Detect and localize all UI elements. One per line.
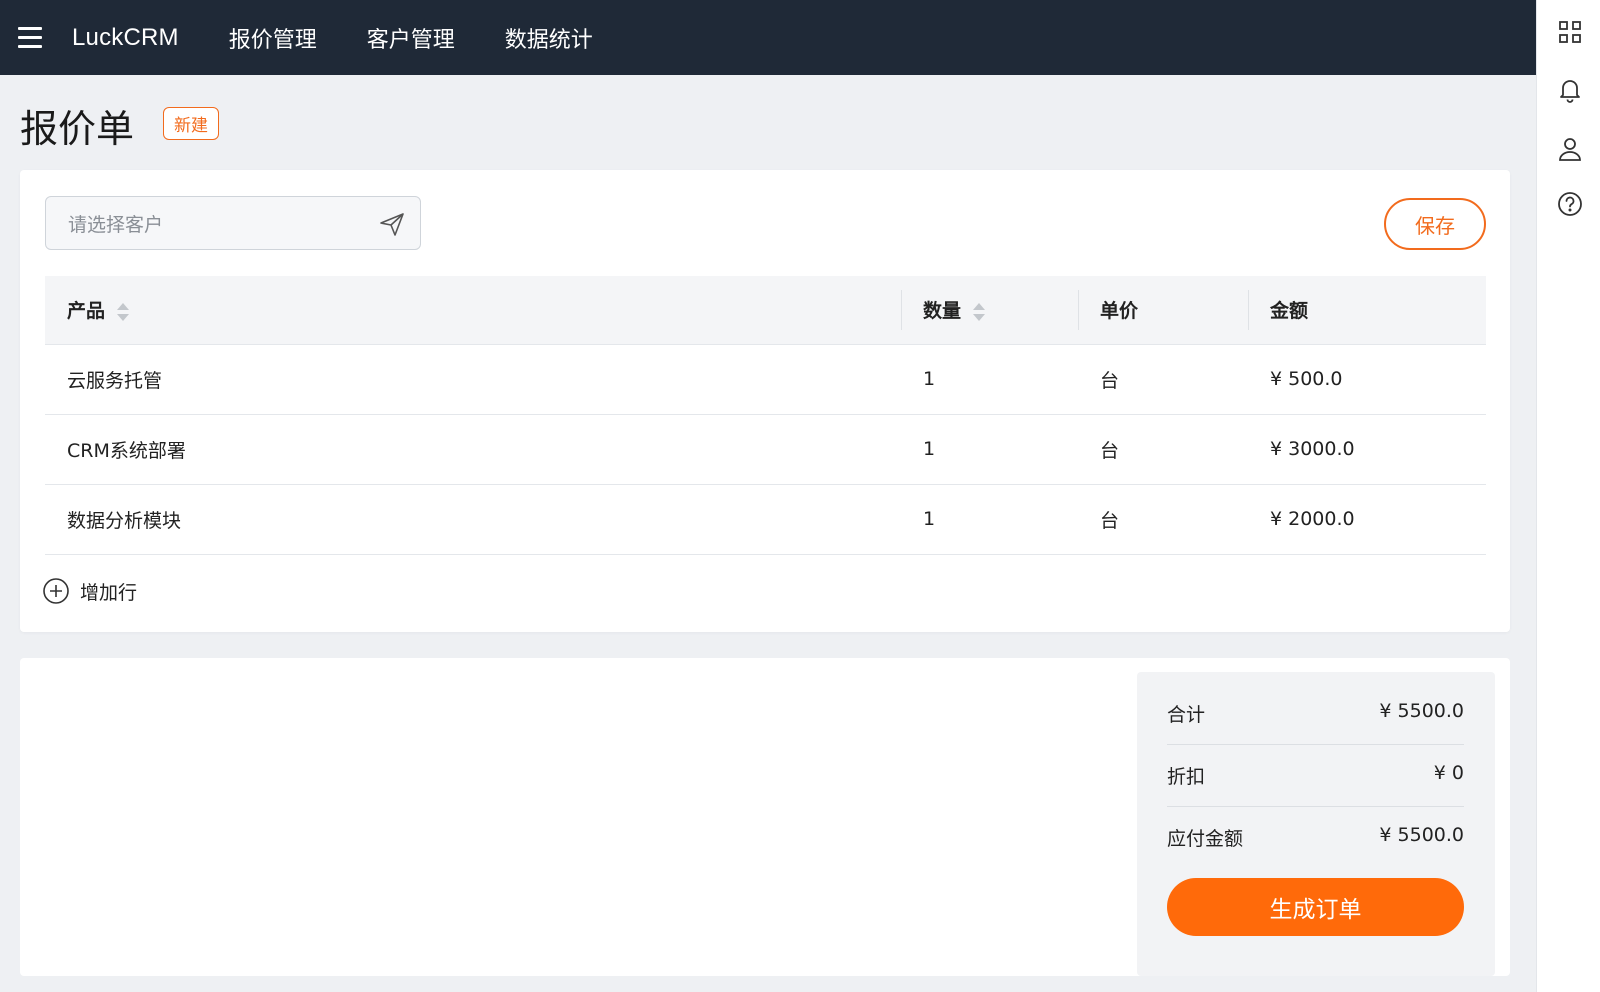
grid-icon[interactable] bbox=[1557, 19, 1583, 45]
column-header-unit: 单价 bbox=[1078, 276, 1248, 344]
cell-product[interactable]: 云服务托管 bbox=[45, 343, 901, 414]
hamburger-menu-icon[interactable] bbox=[18, 22, 50, 54]
discount-row: 折扣 ¥ 0 bbox=[1167, 762, 1464, 789]
cell-amount: ¥ 2000.0 bbox=[1248, 483, 1486, 555]
column-header-quantity[interactable]: 数量 bbox=[901, 276, 1078, 344]
divider bbox=[1167, 744, 1464, 745]
help-icon[interactable] bbox=[1557, 191, 1583, 217]
table-row[interactable]: 云服务托管 1 台 ¥ 500.0 bbox=[45, 343, 1486, 414]
nav-item-quotes[interactable]: 报价管理 bbox=[229, 22, 317, 54]
top-navbar: LuckCRM 报价管理 客户管理 数据统计 bbox=[0, 0, 1536, 75]
customer-placeholder: 请选择客户 bbox=[68, 213, 164, 236]
header-label: 产品 bbox=[67, 300, 106, 323]
add-row-label: 增加行 bbox=[80, 581, 138, 604]
divider bbox=[1167, 806, 1464, 807]
quote-items-card: 请选择客户 保存 产品 数量 单价 金额 云服务托管 1 台 ¥ 500.0 C… bbox=[20, 170, 1510, 632]
sort-icon[interactable] bbox=[973, 302, 986, 321]
summary-card: 合计 ¥ 5500.0 折扣 ¥ 0 应付金额 ¥ 5500.0 生成订单 bbox=[20, 658, 1510, 976]
nav-item-customers[interactable]: 客户管理 bbox=[367, 22, 455, 54]
page-title: 报价单 bbox=[20, 107, 135, 151]
generate-order-button[interactable]: 生成订单 bbox=[1167, 878, 1464, 936]
send-icon[interactable] bbox=[378, 210, 406, 238]
payable-row: 应付金额 ¥ 5500.0 bbox=[1167, 824, 1464, 851]
table-row[interactable]: 数据分析模块 1 台 ¥ 2000.0 bbox=[45, 483, 1486, 555]
plus-circle-icon bbox=[43, 578, 69, 604]
table-header-row: 产品 数量 单价 金额 bbox=[45, 276, 1486, 344]
cell-amount: ¥ 500.0 bbox=[1248, 343, 1486, 414]
brand-logo[interactable]: LuckCRM bbox=[72, 24, 179, 52]
table-row[interactable]: CRM系统部署 1 台 ¥ 3000.0 bbox=[45, 413, 1486, 484]
cell-product[interactable]: CRM系统部署 bbox=[45, 413, 901, 484]
cell-quantity[interactable]: 1 bbox=[901, 343, 1078, 414]
column-header-amount: 金额 bbox=[1248, 276, 1486, 344]
column-divider bbox=[901, 290, 902, 330]
payable-value: ¥ 5500.0 bbox=[1379, 824, 1464, 846]
cell-product[interactable]: 数据分析模块 bbox=[45, 483, 901, 555]
total-row: 合计 ¥ 5500.0 bbox=[1167, 700, 1464, 727]
column-header-product[interactable]: 产品 bbox=[45, 276, 901, 344]
payable-label: 应付金额 bbox=[1167, 828, 1244, 850]
status-badge: 新建 bbox=[163, 107, 219, 140]
quote-items-table: 产品 数量 单价 金额 云服务托管 1 台 ¥ 500.0 CRM系统部署 1 … bbox=[45, 276, 1486, 555]
add-row-button[interactable]: 增加行 bbox=[42, 577, 137, 605]
user-icon[interactable] bbox=[1557, 136, 1583, 162]
bell-icon[interactable] bbox=[1557, 77, 1583, 103]
cell-quantity[interactable]: 1 bbox=[901, 413, 1078, 484]
header-label: 金额 bbox=[1270, 300, 1309, 323]
cell-unit[interactable]: 台 bbox=[1078, 343, 1248, 414]
discount-label: 折扣 bbox=[1167, 766, 1206, 788]
cell-amount: ¥ 3000.0 bbox=[1248, 413, 1486, 484]
cell-unit[interactable]: 台 bbox=[1078, 483, 1248, 555]
total-value: ¥ 5500.0 bbox=[1379, 700, 1464, 722]
header-label: 单价 bbox=[1100, 300, 1139, 323]
nav-item-statistics[interactable]: 数据统计 bbox=[505, 22, 593, 54]
header-label: 数量 bbox=[923, 300, 962, 323]
right-rail bbox=[1536, 0, 1600, 992]
summary-panel: 合计 ¥ 5500.0 折扣 ¥ 0 应付金额 ¥ 5500.0 生成订单 bbox=[1137, 672, 1495, 976]
total-label: 合计 bbox=[1167, 704, 1206, 726]
discount-value[interactable]: ¥ 0 bbox=[1434, 762, 1464, 789]
column-divider bbox=[1248, 290, 1249, 330]
column-divider bbox=[1078, 290, 1079, 330]
cell-quantity[interactable]: 1 bbox=[901, 483, 1078, 555]
customer-select-input[interactable]: 请选择客户 bbox=[45, 196, 421, 250]
cell-unit[interactable]: 台 bbox=[1078, 413, 1248, 484]
save-button[interactable]: 保存 bbox=[1384, 198, 1486, 250]
sort-icon[interactable] bbox=[117, 302, 130, 321]
